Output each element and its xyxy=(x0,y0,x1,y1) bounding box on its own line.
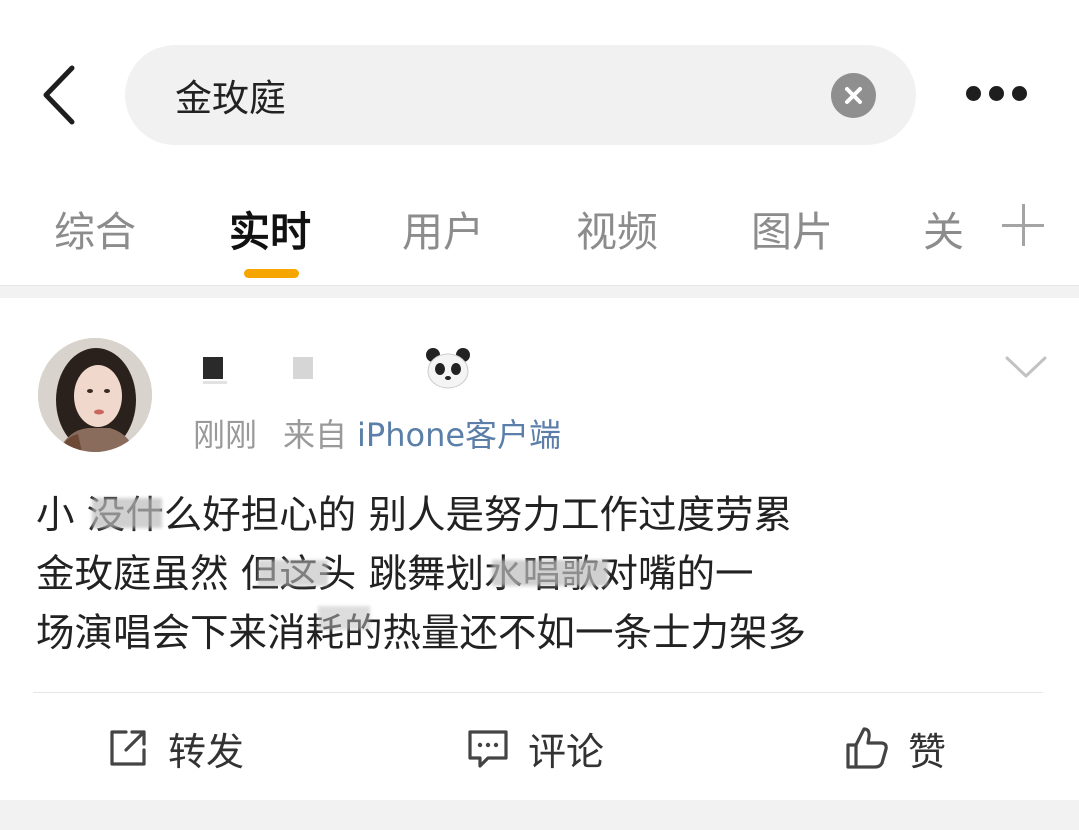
post-text-line: 小 没什么好担心的 别人是努力工作过度劳累 xyxy=(36,493,792,538)
redaction-mark xyxy=(318,606,370,630)
post-time: 刚刚 xyxy=(193,416,258,454)
redaction-mark xyxy=(492,560,608,586)
panda-emoji-icon xyxy=(426,348,470,389)
source-prefix: 来自 xyxy=(283,416,348,454)
action-divider xyxy=(33,692,1043,693)
back-button[interactable] xyxy=(36,62,86,128)
like-button[interactable]: 赞 xyxy=(844,720,946,776)
username[interactable] xyxy=(195,345,495,390)
tab-realtime[interactable]: 实时 xyxy=(229,198,311,258)
top-bar xyxy=(0,0,1079,170)
more-dots-icon xyxy=(1012,86,1027,101)
more-dots-icon xyxy=(989,86,1004,101)
bottom-divider xyxy=(0,800,1079,830)
repost-icon xyxy=(110,730,146,766)
like-label: 赞 xyxy=(908,729,947,774)
tab-video[interactable]: 视频 xyxy=(576,198,658,258)
add-channel-button[interactable] xyxy=(1002,204,1044,246)
search-box xyxy=(125,45,916,145)
more-options-button[interactable] xyxy=(958,78,1038,112)
post-text-line: 场演唱会下来消耗的热量还不如一条士力架多 xyxy=(36,611,807,656)
avatar[interactable] xyxy=(38,338,152,452)
repost-label: 转发 xyxy=(168,729,245,774)
post-meta: 刚刚 来自 iPhone客户端 xyxy=(193,410,587,456)
tab-follow[interactable]: 关 xyxy=(923,198,964,258)
active-tab-indicator xyxy=(244,269,299,278)
tab-images[interactable]: 图片 xyxy=(751,198,833,258)
section-divider xyxy=(0,285,1079,298)
redaction-mark xyxy=(92,498,162,528)
chevron-left-icon xyxy=(43,65,75,125)
comment-icon xyxy=(468,730,508,768)
repost-button[interactable]: 转发 xyxy=(106,720,244,776)
comment-label: 评论 xyxy=(528,729,605,774)
tab-bar: 综合 实时 用户 视频 图片 关 xyxy=(0,180,1079,280)
clear-search-button[interactable] xyxy=(831,73,876,118)
tab-users[interactable]: 用户 xyxy=(402,198,484,258)
more-dots-icon xyxy=(966,86,981,101)
post-menu-button[interactable] xyxy=(1003,348,1049,384)
clear-icon xyxy=(845,87,862,104)
comment-button[interactable]: 评论 xyxy=(466,720,604,776)
avatar-image xyxy=(38,338,152,452)
thumbs-up-icon xyxy=(846,727,888,769)
redaction-mark xyxy=(258,560,328,586)
post-source[interactable]: iPhone客户端 xyxy=(357,416,561,454)
tab-comprehensive[interactable]: 综合 xyxy=(54,198,136,258)
chevron-down-icon xyxy=(1005,356,1047,378)
search-input[interactable] xyxy=(175,67,795,123)
